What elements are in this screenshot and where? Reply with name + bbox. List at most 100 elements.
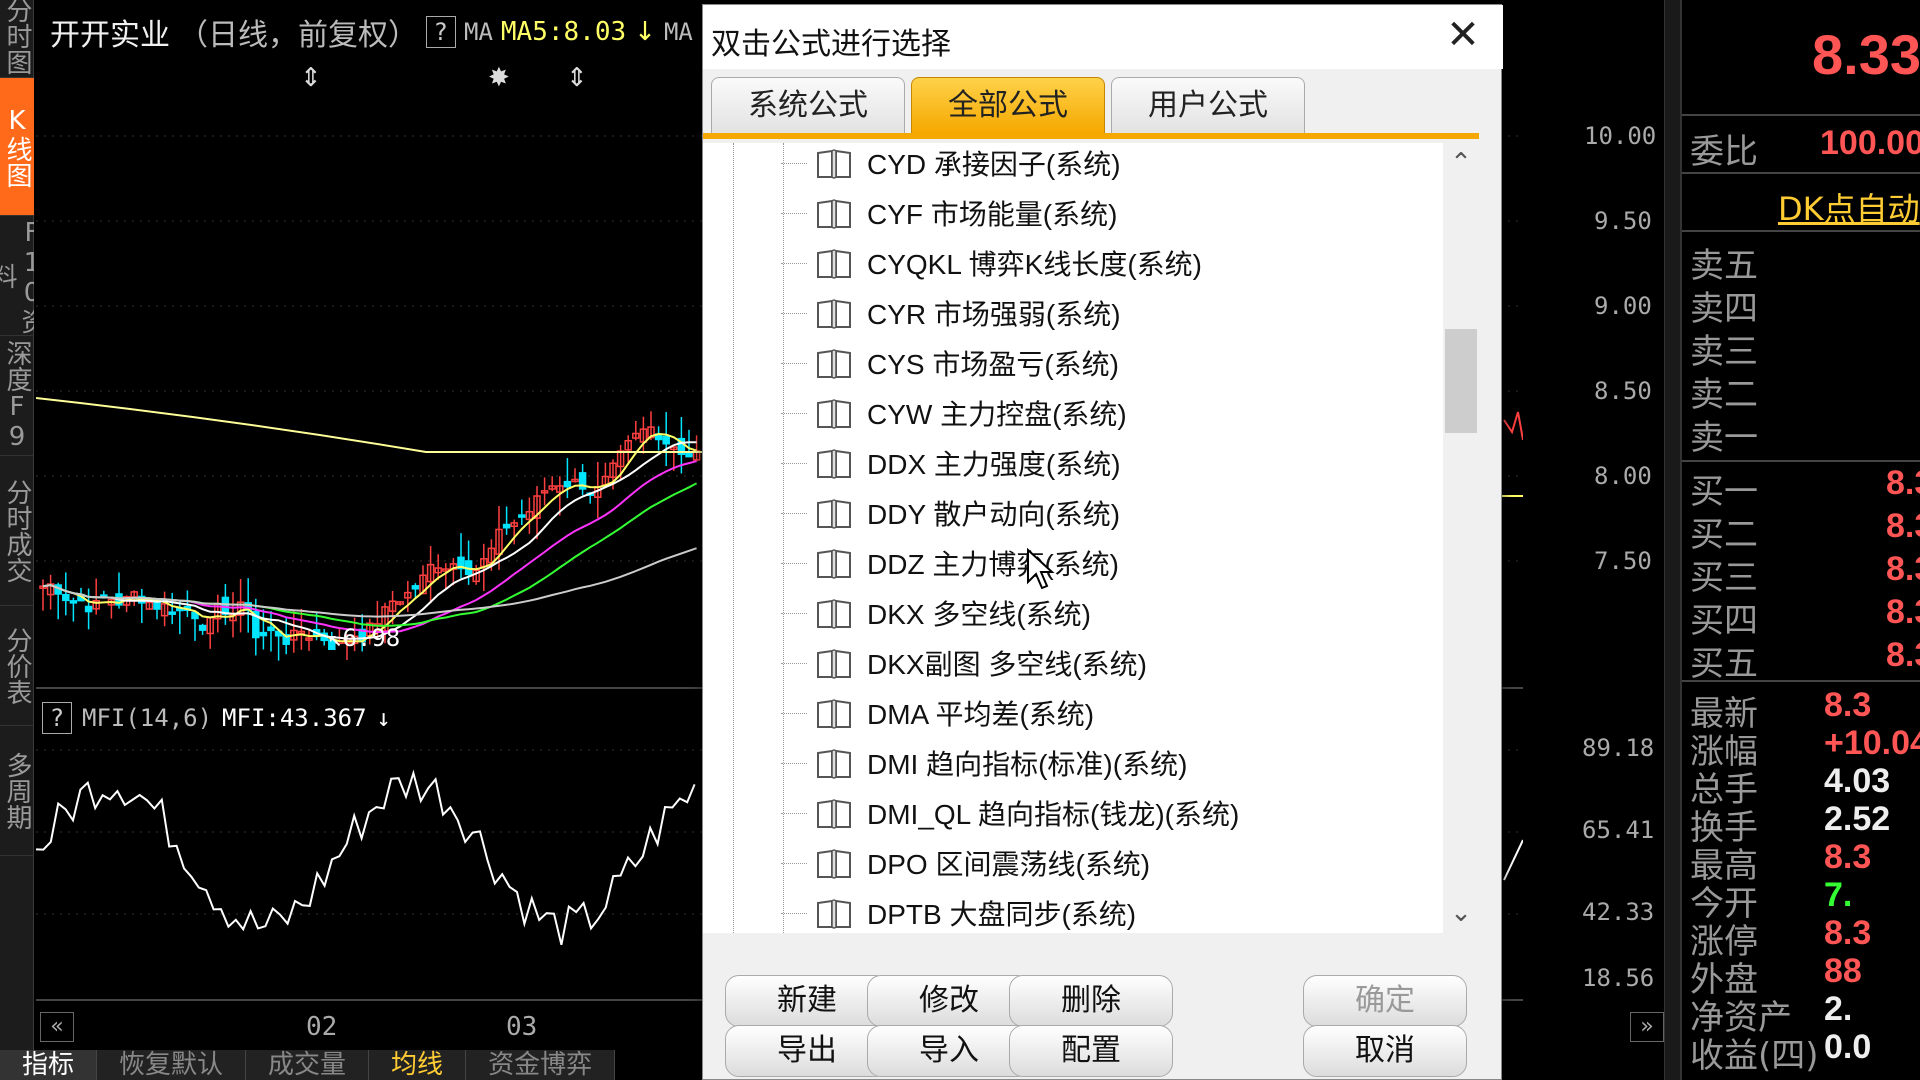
formula-tree-item[interactable]: DKX副图 多空线(系统) <box>781 641 1147 685</box>
left-tab[interactable]: 分时成交 <box>0 456 34 606</box>
buy-level-row: 买二 8.3 <box>1690 507 1920 555</box>
scroll-down-arrow-icon[interactable]: ⌄ <box>1443 893 1479 933</box>
signal-marker-icon: ⇕ <box>300 63 322 93</box>
formula-label: CYF 市场能量(系统) <box>867 199 1118 230</box>
chart-help-button[interactable]: ? <box>426 16 456 48</box>
formula-tree-item[interactable]: DPTB 大盘同步(系统) <box>781 891 1136 933</box>
scroll-thumb[interactable] <box>1445 329 1477 433</box>
date-axis-label: 02 <box>306 1012 338 1042</box>
formula-tree-item[interactable]: CYS 市场盈亏(系统) <box>781 341 1119 385</box>
tab-system-formulas[interactable]: 系统公式 <box>711 77 905 133</box>
candle-body <box>62 593 70 602</box>
formula-tree-item[interactable]: CYW 主力控盘(系统) <box>781 391 1127 435</box>
dk-auto-link[interactable]: DK点自动 <box>1778 184 1920 230</box>
modify-formula-button[interactable]: 修改 <box>867 975 1031 1027</box>
formula-tree-item[interactable]: DPO 区间震荡线(系统) <box>781 841 1150 885</box>
quote-stat-value: 4.03 <box>1824 762 1891 800</box>
scroll-right-button[interactable]: » <box>1630 1012 1664 1042</box>
left-tab[interactable]: 多周期 <box>0 726 34 856</box>
formula-tree-item[interactable]: DDZ 主力博弈(系统) <box>781 541 1119 585</box>
indicator-tab[interactable]: 资金博弈 <box>466 1050 616 1080</box>
mfi-help-button[interactable]: ? <box>42 702 72 734</box>
sell-level-label: 卖一 <box>1690 418 1758 458</box>
cancel-button[interactable]: 取消 <box>1303 1025 1467 1077</box>
candle-body <box>685 452 693 458</box>
formula-tree-item[interactable]: CYD 承接因子(系统) <box>781 143 1121 185</box>
mfi-title-bar: ? MFI(14,6) MFI:43.367 ↓ <box>42 702 391 734</box>
mouse-pointer-icon <box>1027 548 1055 590</box>
formula-label: DMI 趋向指标(标准)(系统) <box>867 749 1188 780</box>
import-button[interactable]: 导入 <box>867 1025 1031 1077</box>
left-tab[interactable]: 分时图 <box>0 0 34 78</box>
ma5-value: MA5:8.03 <box>500 17 627 47</box>
dialog-titlebar[interactable]: 双击公式进行选择 ✕ <box>703 5 1503 69</box>
tree-scrollbar[interactable]: ⌃ ⌄ <box>1443 143 1479 933</box>
quote-stat-value: 2.52 <box>1824 800 1891 838</box>
candle-body <box>518 514 526 518</box>
formula-tree-item[interactable]: CYR 市场强弱(系统) <box>781 291 1121 335</box>
formula-tree-item[interactable]: DDX 主力强度(系统) <box>781 441 1121 485</box>
left-tab[interactable]: F10资料 <box>0 216 34 336</box>
indicator-tab[interactable]: 恢复默认 <box>97 1050 247 1080</box>
config-button[interactable]: 配置 <box>1009 1025 1173 1077</box>
buy-level-label: 买四 <box>1690 601 1758 641</box>
tree-connector <box>781 162 807 164</box>
ma-indicator-label[interactable]: MA <box>464 18 493 46</box>
indicator-tab[interactable]: 指标 <box>0 1050 98 1080</box>
panel-splitter[interactable] <box>1664 0 1680 1080</box>
close-icon[interactable]: ✕ <box>1441 13 1485 57</box>
candle-body <box>221 596 230 615</box>
tree-connector <box>781 262 807 264</box>
formula-label: DMI_QL 趋向指标(钱龙)(系统) <box>867 799 1240 830</box>
price-axis-label: 8.00 <box>1594 462 1652 490</box>
formula-book-icon <box>817 499 851 529</box>
ok-button[interactable]: 确定 <box>1303 975 1467 1027</box>
tab-user-formulas[interactable]: 用户公式 <box>1111 77 1305 133</box>
weibi-label: 委比 <box>1690 132 1758 172</box>
quote-stat-value: 88 <box>1824 952 1862 990</box>
formula-tree-item[interactable]: DKX 多空线(系统) <box>781 591 1091 635</box>
left-tab[interactable]: K线图 <box>0 78 34 216</box>
indicator-tab[interactable]: 均线 <box>369 1050 467 1080</box>
formula-book-icon <box>817 799 851 829</box>
chart-period-subtitle: （日线，前复权） <box>178 18 418 53</box>
quote-stat-value: +10.04 <box>1824 724 1920 762</box>
tab-underline <box>703 133 1479 139</box>
mfi-down-arrow-icon: ↓ <box>376 704 391 732</box>
mfi-name[interactable]: MFI(14,6) <box>82 704 212 732</box>
weibi-value: 100.00 <box>1820 124 1920 162</box>
buy-level-price: 8.3 <box>1886 636 1920 674</box>
formula-tree-item[interactable]: DMA 平均差(系统) <box>781 691 1094 735</box>
formula-tree-item[interactable]: DDY 散户动向(系统) <box>781 491 1120 535</box>
formula-tree-item[interactable]: DMI_QL 趋向指标(钱龙)(系统) <box>781 791 1239 835</box>
formula-tree-item[interactable]: CYQKL 博弈K线长度(系统) <box>781 241 1202 285</box>
formula-label: DPTB 大盘同步(系统) <box>867 899 1137 930</box>
sell-level-row: 卖三 <box>1690 324 1920 372</box>
formula-tree-item[interactable]: DMI 趋向指标(标准)(系统) <box>781 741 1187 785</box>
formula-label: DKX副图 多空线(系统) <box>867 649 1148 680</box>
quote-stat-label: 收益(四) <box>1690 1036 1819 1076</box>
left-tab[interactable]: 分价表 <box>0 606 34 726</box>
formula-tabs: 系统公式 全部公式 用户公式 <box>711 77 1305 135</box>
weibi-row: 委比 100.00 <box>1690 124 1920 172</box>
scroll-up-arrow-icon[interactable]: ⌃ <box>1443 143 1479 183</box>
indicator-tab[interactable]: 成交量 <box>246 1050 370 1080</box>
sell-level-row: 卖一 <box>1690 410 1920 458</box>
quote-stat-row: 最新 8.3 <box>1690 686 1920 734</box>
export-button[interactable]: 导出 <box>725 1025 889 1077</box>
date-axis-label: 03 <box>506 1012 538 1042</box>
formula-label: CYQKL 博弈K线长度(系统) <box>867 249 1202 280</box>
scroll-left-button[interactable]: « <box>40 1012 74 1042</box>
formula-tree[interactable]: CYD 承接因子(系统) CYF 市场能量(系统) CYQKL 博弈K线长度(系统)… <box>703 143 1443 933</box>
formula-book-icon <box>817 399 851 429</box>
formula-tree-item[interactable]: CYF 市场能量(系统) <box>781 191 1117 235</box>
quote-stat-value: 8.3 <box>1824 686 1872 724</box>
tab-all-formulas[interactable]: 全部公式 <box>911 77 1105 133</box>
left-tab[interactable]: 深度F9 <box>0 336 34 456</box>
new-formula-button[interactable]: 新建 <box>725 975 889 1027</box>
low-price-value: 6.98 <box>342 624 401 652</box>
candle-body <box>198 624 207 631</box>
chart-title-bar: 开开实业 （日线，前复权） ? MA MA5:8.03 ↓ MA <box>50 10 693 54</box>
signal-marker-icon: ✸ <box>488 63 510 93</box>
delete-formula-button[interactable]: 删除 <box>1009 975 1173 1027</box>
